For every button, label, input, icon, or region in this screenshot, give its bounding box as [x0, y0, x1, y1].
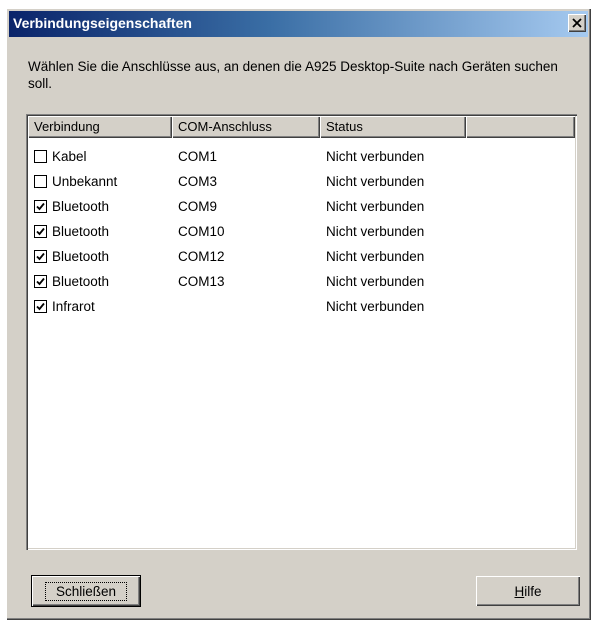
- help-button-label: Hilfe: [514, 583, 542, 599]
- column-header-empty[interactable]: [466, 116, 575, 138]
- list-item[interactable]: Kabel COM1 Nicht verbunden: [28, 144, 575, 169]
- list-rows: Kabel COM1 Nicht verbunden Unbekannt COM3 Nic…: [28, 144, 575, 319]
- checkmark-icon: [36, 252, 45, 261]
- help-button[interactable]: Hilfe: [476, 576, 580, 606]
- status-cell: Nicht verbunden: [326, 249, 425, 264]
- connection-checkbox[interactable]: [34, 300, 47, 313]
- connection-cell: Bluetooth: [28, 274, 172, 289]
- checkmark-icon: [36, 277, 45, 286]
- connection-checkbox[interactable]: [34, 275, 47, 288]
- connection-label: Bluetooth: [52, 199, 110, 214]
- close-icon: [572, 18, 582, 28]
- list-item[interactable]: Bluetooth COM9 Nicht verbunden: [28, 194, 575, 219]
- connection-cell: Bluetooth: [28, 199, 172, 214]
- connection-list[interactable]: Verbindung COM-Anschluss Status Kabel COM…: [26, 114, 577, 550]
- status-cell: Nicht verbunden: [326, 149, 425, 164]
- connection-checkbox[interactable]: [34, 150, 47, 163]
- list-header: Verbindung COM-Anschluss Status: [28, 116, 575, 138]
- title-bar[interactable]: Verbindungseigenschaften: [9, 11, 588, 37]
- connection-checkbox[interactable]: [34, 175, 47, 188]
- status-cell: Nicht verbunden: [326, 274, 425, 289]
- connection-cell: Bluetooth: [28, 224, 172, 239]
- connection-checkbox[interactable]: [34, 225, 47, 238]
- list-item[interactable]: Unbekannt COM3 Nicht verbunden: [28, 169, 575, 194]
- list-item[interactable]: Infrarot Nicht verbunden: [28, 294, 575, 319]
- connection-label: Bluetooth: [52, 224, 110, 239]
- list-item[interactable]: Bluetooth COM13 Nicht verbunden: [28, 269, 575, 294]
- connection-cell: Infrarot: [28, 299, 172, 314]
- com-port-cell: COM12: [178, 249, 225, 264]
- close-dialog-button[interactable]: Schließen: [32, 576, 140, 606]
- checkmark-icon: [36, 227, 45, 236]
- com-port-cell: COM9: [178, 199, 218, 214]
- connection-label: Kabel: [52, 149, 87, 164]
- connection-label: Bluetooth: [52, 249, 110, 264]
- status-cell: Nicht verbunden: [326, 299, 425, 314]
- connection-label: Unbekannt: [52, 174, 118, 189]
- close-button-label: Schließen: [44, 581, 128, 601]
- connection-label: Infrarot: [52, 299, 95, 314]
- connection-label: Bluetooth: [52, 274, 110, 289]
- com-port-cell: COM10: [178, 224, 225, 239]
- list-item[interactable]: Bluetooth COM12 Nicht verbunden: [28, 244, 575, 269]
- window-title: Verbindungseigenschaften: [13, 15, 192, 31]
- column-header-com-port[interactable]: COM-Anschluss: [172, 116, 320, 138]
- instruction-text: Wählen Sie die Anschlüsse aus, an denen …: [28, 59, 558, 91]
- connection-cell: Unbekannt: [28, 174, 172, 189]
- status-cell: Nicht verbunden: [326, 174, 425, 189]
- status-cell: Nicht verbunden: [326, 199, 425, 214]
- com-port-cell: COM1: [178, 149, 218, 164]
- com-port-cell: COM13: [178, 274, 225, 289]
- column-header-status[interactable]: Status: [320, 116, 466, 138]
- checkmark-icon: [36, 302, 45, 311]
- column-header-connection[interactable]: Verbindung: [28, 116, 172, 138]
- connection-cell: Bluetooth: [28, 249, 172, 264]
- com-port-cell: COM3: [178, 174, 218, 189]
- list-item[interactable]: Bluetooth COM10 Nicht verbunden: [28, 219, 575, 244]
- connection-checkbox[interactable]: [34, 200, 47, 213]
- close-button[interactable]: [568, 14, 586, 32]
- connection-cell: Kabel: [28, 149, 172, 164]
- checkmark-icon: [36, 202, 45, 211]
- connection-checkbox[interactable]: [34, 250, 47, 263]
- status-cell: Nicht verbunden: [326, 224, 425, 239]
